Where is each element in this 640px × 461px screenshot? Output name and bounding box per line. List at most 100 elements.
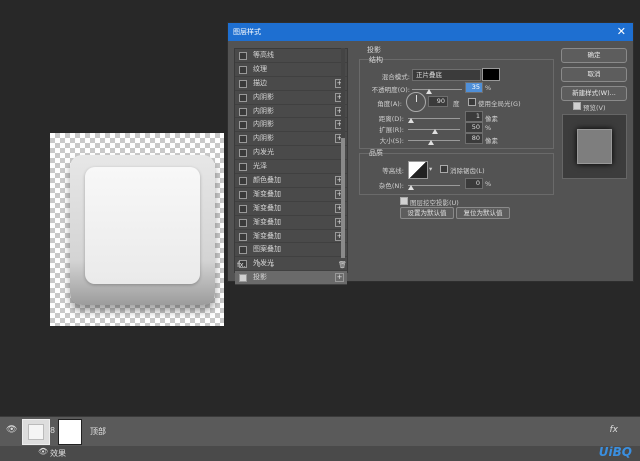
style-item[interactable]: 颜色叠加 + [235,174,347,188]
shadow-color-swatch[interactable] [482,68,500,81]
style-item-label: 光泽 [253,162,267,171]
distance-slider-thumb[interactable] [408,118,414,123]
distance-input[interactable]: 1 [465,111,483,122]
style-item[interactable]: 投影 + [235,271,347,286]
trash-icon[interactable]: 🗑 [338,261,347,269]
style-item[interactable]: 等高线 [235,49,347,63]
style-item-checkbox[interactable] [239,79,247,88]
reset-default-button[interactable]: 复位为默认值 [456,207,510,219]
knockout-checkbox[interactable] [400,197,408,205]
layer-mask-thumbnail[interactable] [58,419,82,445]
fx-badge-icon[interactable]: fx [610,425,619,435]
style-preview [562,114,627,179]
style-item[interactable]: 渐变叠加 + [235,188,347,202]
style-item[interactable]: 纹理 [235,63,347,77]
global-light-label: 使用全局光(G) [478,100,521,108]
noise-slider-thumb[interactable] [408,185,414,190]
style-item[interactable]: 内阴影 + [235,91,347,105]
style-item-checkbox[interactable] [239,163,247,172]
add-effect-icon[interactable]: + [335,273,344,283]
style-list-footer: fx. ⇧ ⇩ 🗑 [234,261,347,272]
effects-eye-icon[interactable]: 👁 [38,447,48,456]
style-item[interactable]: 图案叠加 [235,243,347,258]
spread-slider-thumb[interactable] [432,129,438,134]
antialias-label: 消除锯齿(L) [450,167,485,175]
style-item-checkbox[interactable] [239,107,247,116]
style-item[interactable]: 渐变叠加 + [235,216,347,230]
layers-panel: 👁 8 顶部 fx 👁 效果 UiBQ [0,416,640,461]
document-canvas[interactable] [50,133,224,326]
style-item-checkbox[interactable] [239,218,247,227]
quality-title: 品质 [369,149,383,157]
style-item-checkbox[interactable] [239,93,247,102]
new-style-button[interactable]: 新建样式(W)... [561,86,627,101]
style-list-scrollbar[interactable] [341,48,345,258]
style-item-checkbox[interactable] [239,177,247,186]
link-icon[interactable]: 8 [50,426,55,435]
style-item[interactable]: 内阴影 + [235,118,347,133]
style-item-checkbox[interactable] [239,246,247,255]
style-item-checkbox[interactable] [239,190,247,199]
opacity-slider-thumb[interactable] [426,89,432,94]
preview-checkbox[interactable] [573,102,581,110]
contour-label: 等高线: [382,167,404,175]
opacity-slider-track[interactable] [412,89,462,90]
blend-mode-label: 混合模式: [381,73,410,81]
eye-icon[interactable]: 👁 [6,425,17,435]
fx-icon[interactable]: fx. [237,261,246,269]
style-item[interactable]: 渐变叠加 + [235,202,347,216]
style-item-checkbox[interactable] [239,149,247,158]
layer-row[interactable]: 👁 8 顶部 fx [0,417,640,446]
layer-thumbnail[interactable] [22,419,50,445]
style-item[interactable]: 内阴影 + [235,105,347,119]
size-slider-track[interactable] [408,140,460,141]
noise-slider-track[interactable] [408,185,460,186]
angle-input[interactable]: 90 [428,96,448,107]
effects-label: 效果 [50,449,66,458]
angle-dial[interactable] [406,92,426,112]
ok-button[interactable]: 确定 [561,48,627,63]
style-item[interactable]: 光泽 [235,160,347,175]
dialog-titlebar[interactable]: 图层样式 ✕ [228,23,633,41]
style-item-checkbox[interactable] [239,52,247,60]
distance-unit: 像素 [485,115,498,123]
style-item-label: 渐变叠加 [253,189,281,198]
spread-input[interactable]: 50 [465,122,483,133]
layer-name[interactable]: 顶部 [90,426,106,437]
style-item[interactable]: 内阴影 + [235,132,347,147]
noise-unit: % [485,180,492,188]
move-up-icon[interactable]: ⇧ [256,261,262,269]
set-default-button[interactable]: 设置为默认值 [400,207,454,219]
antialias-checkbox[interactable] [440,165,448,173]
global-light-checkbox[interactable] [468,98,476,106]
noise-input[interactable]: 0 [465,178,483,189]
style-item-checkbox[interactable] [239,135,247,144]
size-input[interactable]: 80 [465,133,483,144]
distance-label: 距离(D): [378,115,404,123]
spread-unit: % [485,124,492,132]
style-item-label: 渐变叠加 [253,217,281,226]
style-item-label: 纹理 [253,64,267,73]
cancel-button[interactable]: 取消 [561,67,627,82]
style-item-checkbox[interactable] [239,65,247,74]
style-item-label: 内阴影 [253,120,274,129]
style-item-checkbox[interactable] [239,274,247,283]
contour-picker[interactable] [408,161,428,179]
style-item-checkbox[interactable] [239,121,247,130]
chevron-down-icon[interactable]: ▾ [429,165,432,173]
style-item[interactable]: 描边 + [235,77,347,91]
style-item[interactable]: 内发光 [235,146,347,161]
move-down-icon[interactable]: ⇩ [269,261,275,269]
distance-slider-track[interactable] [408,118,460,119]
opacity-input[interactable]: 35 [465,82,483,93]
style-item[interactable]: 渐变叠加 + [235,230,347,244]
blend-mode-select[interactable]: 正片叠底 [412,69,481,81]
style-item-checkbox[interactable] [239,232,247,241]
style-item-checkbox[interactable] [239,204,247,213]
size-slider-thumb[interactable] [428,140,434,145]
watermark-logo: UiBQ [598,445,632,459]
style-item-label: 渐变叠加 [253,231,281,240]
scrollbar-thumb[interactable] [341,138,345,258]
size-label: 大小(S): [379,137,404,145]
close-icon[interactable]: ✕ [617,23,626,41]
